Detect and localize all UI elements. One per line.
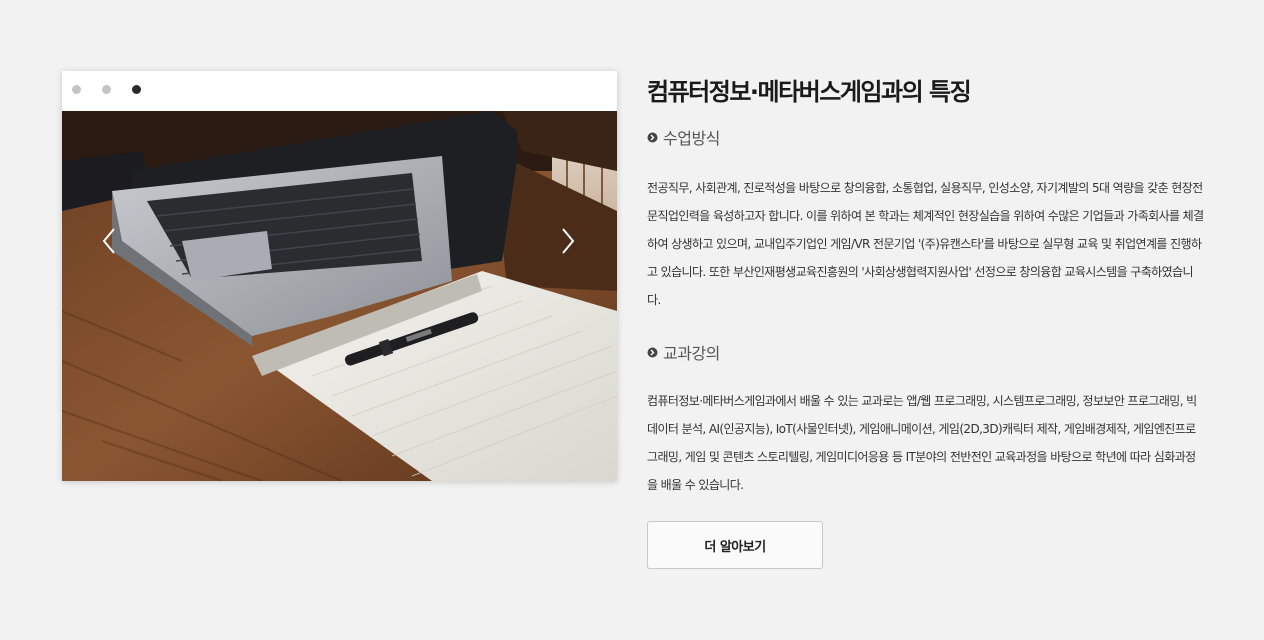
image-slider	[62, 71, 617, 481]
teaching-method-label: 수업방식	[663, 129, 720, 148]
page-title: 컴퓨터정보·메타버스게임과의 특징	[647, 78, 972, 106]
slide-image-laptop-desk	[62, 111, 617, 481]
teaching-method-text: 전공직무, 사회관계, 진로적성을 바탕으로 창의융합, 소통협업, 실용직무,…	[647, 181, 1204, 307]
teaching-method-heading: 수업방식	[647, 125, 1207, 149]
curriculum-heading: 교과강의	[647, 340, 1207, 364]
curriculum-text: 컴퓨터정보·메타버스게임과에서 배울 수 있는 교과로는 앱/웹 프로그래밍, …	[647, 394, 1197, 492]
slider-pagination	[62, 71, 617, 111]
circle-arrow-right-icon	[647, 347, 658, 358]
circle-arrow-right-icon	[647, 132, 658, 143]
learn-more-button[interactable]: 더 알아보기	[647, 521, 823, 569]
slider-dot-1[interactable]	[72, 85, 81, 94]
feature-content: 컴퓨터정보·메타버스게임과의 특징 수업방식 전공직무, 사회관계, 진로적성을…	[647, 74, 1207, 499]
curriculum-label: 교과강의	[663, 344, 720, 363]
chevron-left-icon	[102, 228, 115, 254]
slider-prev-button[interactable]	[94, 221, 124, 261]
slider-dot-3-active[interactable]	[132, 85, 141, 94]
slider-dot-2[interactable]	[102, 85, 111, 94]
slider-next-button[interactable]	[553, 221, 583, 261]
chevron-right-icon	[562, 228, 575, 254]
